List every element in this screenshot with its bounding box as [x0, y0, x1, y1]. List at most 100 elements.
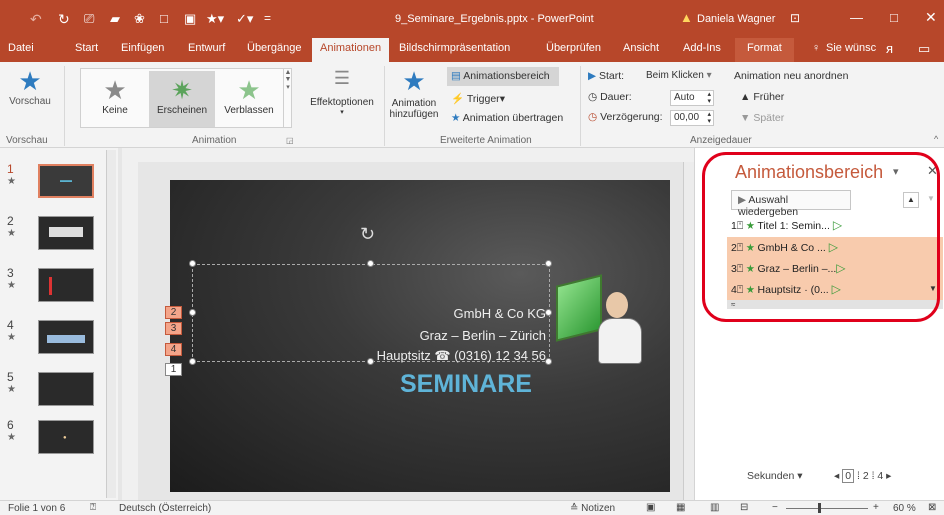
animation-hinzufuegen-button[interactable]: ★ Animation hinzufügen: [386, 68, 442, 120]
animation-uebertragen-button[interactable]: ★ Animation übertragen: [451, 112, 563, 124]
keine-star-icon: ★: [103, 75, 127, 105]
dauer-label: Dauer:: [600, 91, 632, 103]
save-icon[interactable]: ▣: [184, 11, 196, 27]
zoom-in-icon[interactable]: +: [873, 502, 879, 513]
resize-handle[interactable]: [367, 358, 374, 365]
tab-uebergaenge[interactable]: Übergänge: [247, 42, 301, 54]
thumbnail-slide-1[interactable]: ▬▬: [38, 164, 94, 198]
trigger-button[interactable]: ⚡ Trigger▾: [451, 92, 505, 105]
resize-handle[interactable]: [189, 260, 196, 267]
spell-check-icon[interactable]: ⍰: [90, 502, 96, 513]
thumbnail-slide-6[interactable]: ●: [38, 420, 94, 454]
effect-keine[interactable]: ★ Keine: [83, 71, 147, 127]
vorschau-button[interactable]: ★ Vorschau: [8, 68, 52, 107]
star-icon[interactable]: ★▾: [206, 11, 224, 27]
person-icon[interactable]: ᴙ: [886, 41, 893, 56]
spin-icon: ▴ ▾: [707, 91, 711, 105]
comment-icon[interactable]: ▭: [918, 41, 930, 57]
spelling-icon[interactable]: ✓▾: [236, 11, 253, 27]
dauer-label-row: ◷ Dauer:: [588, 91, 632, 103]
fit-slide-icon[interactable]: ⊠: [928, 502, 936, 513]
tab-bildschirmpraesentation[interactable]: Bildschirmpräsentation: [399, 42, 510, 54]
zoom-out-icon[interactable]: −: [772, 502, 778, 513]
start-select[interactable]: Beim Klicken ▾: [643, 69, 729, 85]
picture-icon[interactable]: ❀: [134, 11, 145, 27]
zoom-thumb[interactable]: [818, 503, 821, 513]
frueher-button[interactable]: ▲ Früher: [740, 91, 784, 103]
dialog-launcher-icon[interactable]: ◲: [286, 136, 294, 145]
verblassen-label: Verblassen: [224, 105, 274, 116]
new-icon[interactable]: □: [160, 11, 168, 26]
thumbnail-scrollbar[interactable]: [106, 150, 116, 498]
resize-handle[interactable]: [545, 309, 552, 316]
seconds-dropdown[interactable]: Sekunden ▾: [747, 470, 803, 482]
maximize-icon[interactable]: □: [890, 10, 898, 25]
effektoptionen-button[interactable]: ☰ Effektoptionen ▾: [300, 68, 384, 116]
ribbon: ★ Vorschau Vorschau ★ Keine ✷ Erscheinen…: [0, 62, 944, 148]
tab-format[interactable]: Format: [735, 38, 794, 62]
anim-marker[interactable]: 4: [165, 343, 182, 356]
customize-icon[interactable]: =: [264, 11, 271, 25]
present-icon[interactable]: ⎚: [84, 11, 94, 27]
ribbon-display-icon[interactable]: ⊡: [790, 11, 800, 25]
collapse-ribbon-icon[interactable]: ^: [934, 134, 938, 144]
animationsbereich-button[interactable]: ▤ Animationsbereich: [447, 67, 559, 86]
open-icon[interactable]: ▰: [110, 11, 120, 27]
thumbnail-slide-5[interactable]: [38, 372, 94, 406]
language[interactable]: Deutsch (Österreich): [119, 503, 211, 514]
tab-add-ins[interactable]: Add-Ins: [683, 42, 721, 54]
thumbnail-slide-3[interactable]: [38, 268, 94, 302]
undo-icon[interactable]: ↶: [30, 11, 42, 28]
anim-star-icon: ★: [7, 332, 16, 343]
redo-icon[interactable]: ↻: [58, 11, 70, 28]
reading-view-icon[interactable]: ▥: [710, 502, 719, 513]
tab-datei[interactable]: Datei: [8, 42, 34, 54]
normal-view-icon[interactable]: ▣: [646, 502, 655, 513]
start-label: Start:: [599, 70, 625, 82]
tab-animationen[interactable]: Animationen: [312, 38, 390, 62]
tab-start[interactable]: Start: [75, 42, 98, 54]
rotate-handle-icon[interactable]: ↻: [360, 224, 375, 245]
dauer-input[interactable]: Auto ▴ ▾: [670, 90, 714, 106]
close-icon[interactable]: ✕: [925, 9, 937, 26]
warning-icon: ▲: [680, 10, 693, 25]
tab-ueberpruefen[interactable]: Überprüfen: [546, 42, 601, 54]
zoom-slider[interactable]: [786, 508, 868, 509]
tab-einfuegen[interactable]: Einfügen: [121, 42, 164, 54]
resize-handle[interactable]: [189, 309, 196, 316]
spaeter-button[interactable]: ▼ Später: [740, 112, 784, 124]
painter-icon: ★: [451, 112, 461, 124]
effect-erscheinen[interactable]: ✷ Erscheinen: [149, 71, 215, 127]
slideshow-icon[interactable]: ⊟: [740, 502, 748, 513]
separator: [580, 66, 581, 146]
resize-handle[interactable]: [545, 260, 552, 267]
dauer-value: Auto: [674, 92, 695, 103]
user-name[interactable]: Daniela Wagner: [697, 13, 775, 25]
thumb-title: ▬▬: [60, 178, 72, 184]
start-label-row: ▶ Start:: [588, 70, 624, 82]
thumbnail-slide-4[interactable]: [38, 320, 94, 354]
tab-entwurf[interactable]: Entwurf: [188, 42, 225, 54]
tell-me-input[interactable]: Sie wünsc: [826, 42, 876, 54]
verzoegerung-label-row: ◷ Verzögerung:: [588, 111, 663, 123]
effect-verblassen[interactable]: ★ Verblassen: [217, 71, 281, 127]
tab-ansicht[interactable]: Ansicht: [623, 42, 659, 54]
thumbnail-slide-2[interactable]: [38, 216, 94, 250]
slide-sorter-icon[interactable]: ▦: [676, 502, 685, 513]
zoom-level[interactable]: 60 %: [893, 503, 916, 514]
clock-icon: ◷: [588, 91, 598, 103]
verzoegerung-input[interactable]: 00,00 ▴ ▾: [670, 110, 714, 126]
minimize-icon[interactable]: —: [850, 10, 863, 25]
editor-scrollbar[interactable]: [683, 162, 694, 500]
resize-handle[interactable]: [189, 358, 196, 365]
notes-button[interactable]: ≙ Notizen: [570, 503, 615, 514]
spaeter-label: Später: [753, 112, 785, 124]
anim-marker[interactable]: 2: [165, 306, 182, 319]
slide-canvas[interactable]: ↻ GmbH & Co KG Graz – Berlin – Zürich Ha…: [170, 180, 670, 492]
timeline-ruler[interactable]: ◂ 0 ⁞ 2 ⁞ 4 ▸: [834, 469, 891, 483]
resize-handle[interactable]: [367, 260, 374, 267]
gallery-scroll[interactable]: ▲ ▼ ▾: [283, 69, 292, 127]
anim-marker[interactable]: 1: [165, 363, 182, 376]
anim-marker[interactable]: 3: [165, 322, 182, 335]
resize-handle[interactable]: [545, 358, 552, 365]
